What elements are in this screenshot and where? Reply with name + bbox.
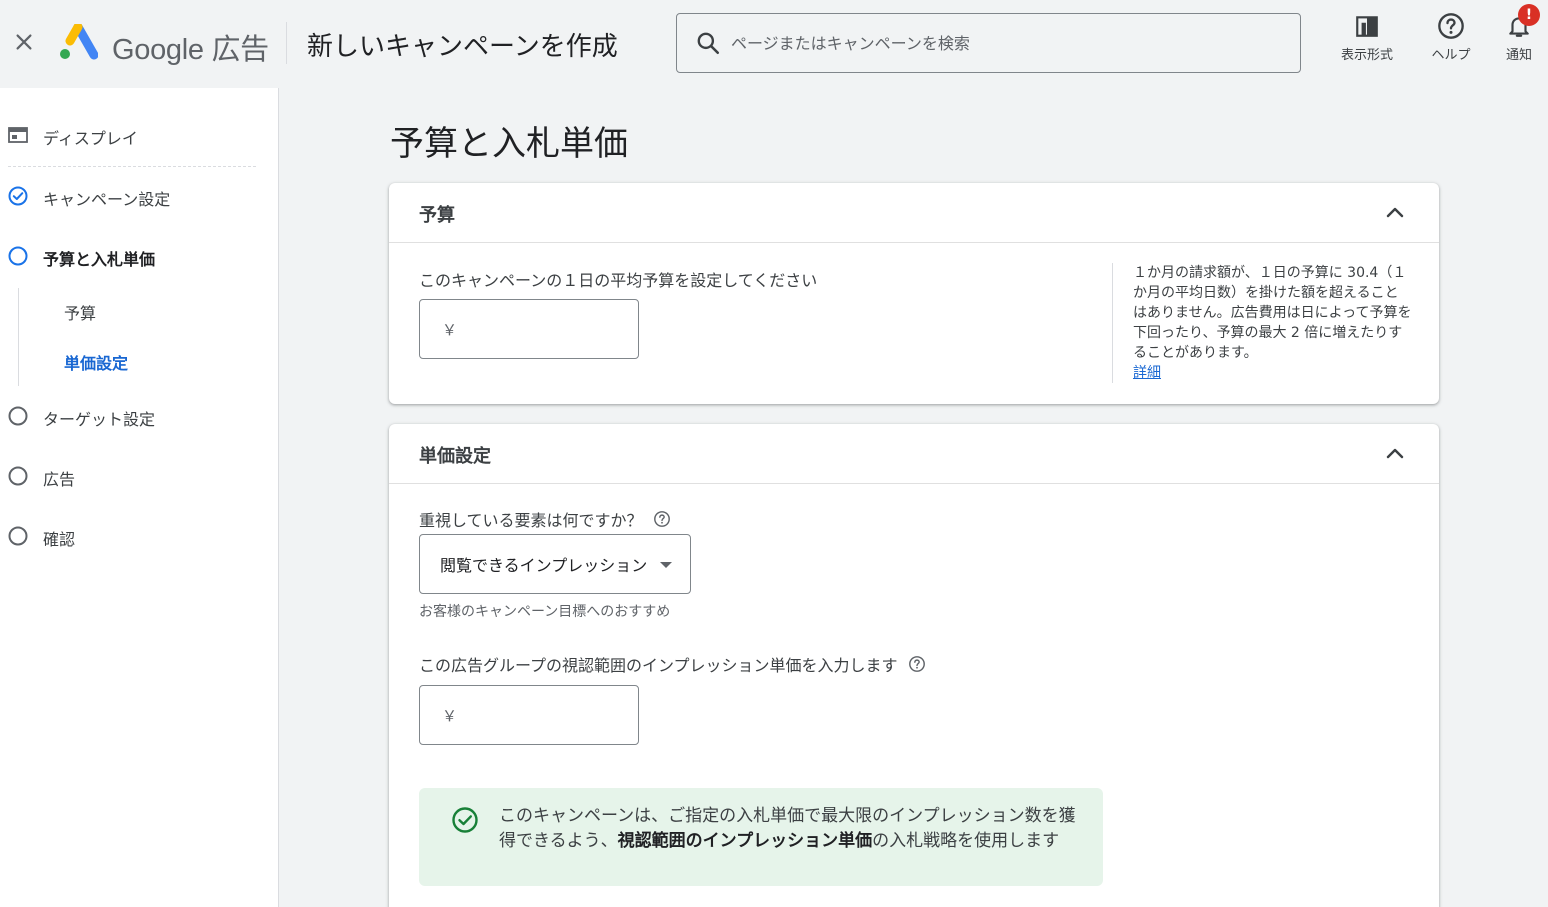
close-icon — [16, 34, 32, 50]
sidebar: ディスプレイ キャンペーン設定 予算と入札単価 予算 単価設定 ターゲット設定 … — [0, 88, 279, 907]
focus-question: 重視している要素は何ですか？ — [419, 507, 671, 531]
focus-hint: お客様のキャンペーン目標へのおすすめ — [419, 604, 671, 620]
currency-symbol: ￥ — [442, 706, 458, 725]
help-icon — [1438, 13, 1464, 39]
bid-input[interactable] — [465, 705, 626, 725]
bidding-card: 単価設定 重視している要素は何ですか？ 閲覧できるインプレッション お客様のキャ… — [389, 424, 1439, 907]
budget-note: １か月の請求額が、１日の予算に 30.4（１か月の平均日数）を掛けた額を超えるこ… — [1112, 263, 1412, 383]
bidding-card-header[interactable]: 単価設定 — [389, 424, 1439, 484]
close-button[interactable] — [8, 26, 40, 58]
strategy-info-text: このキャンペーンは、ご指定の入札単価で最大限のインプレッション数を獲得できるよう… — [499, 804, 1079, 854]
circle-icon — [8, 466, 28, 486]
help-button[interactable]: ヘルプ — [1424, 10, 1478, 70]
help-circle-icon[interactable] — [908, 655, 926, 673]
budget-details-link[interactable]: 詳細 — [1133, 365, 1161, 381]
focus-select-value: 閲覧できるインプレッション — [440, 556, 648, 575]
sidebar-item-label: ターゲット設定 — [43, 410, 156, 429]
search-input[interactable] — [731, 33, 1271, 53]
brand-ads: 広告 — [211, 34, 269, 66]
search-icon — [697, 32, 720, 55]
currency-symbol: ￥ — [442, 320, 458, 339]
budget-card-header[interactable]: 予算 — [389, 183, 1439, 243]
sidebar-subitem-bidding[interactable]: 単価設定 — [64, 350, 128, 374]
check-circle-icon — [8, 186, 28, 206]
circle-icon — [8, 246, 28, 266]
info-bold: 視認範囲のインプレッション単価 — [617, 831, 873, 851]
sidebar-subitem-budget[interactable]: 予算 — [64, 300, 96, 324]
sidebar-divider — [8, 166, 256, 167]
brand: Google 広告 — [112, 26, 269, 68]
google-ads-logo-icon — [60, 24, 98, 60]
notification-badge: ! — [1518, 4, 1540, 26]
bid-label: この広告グループの視認範囲のインプレッション単価を入力します — [419, 656, 898, 675]
dropdown-caret-icon — [660, 562, 672, 568]
view-format-icon — [1356, 16, 1378, 37]
bid-question: この広告グループの視認範囲のインプレッション単価を入力します — [419, 652, 926, 676]
info-suffix: の入札戦略を使用します — [872, 831, 1060, 851]
sidebar-item-label: 予算と入札単価 — [43, 250, 156, 269]
chevron-up-icon[interactable] — [1383, 442, 1407, 466]
sub-nav-line — [18, 288, 19, 386]
daily-budget-input[interactable] — [465, 319, 626, 339]
view-format-label: 表示形式 — [1340, 48, 1393, 63]
bid-field[interactable]: ￥ — [419, 685, 639, 745]
budget-card: 予算 このキャンペーンの１日の平均予算を設定してください ￥ １か月の請求額が、… — [389, 183, 1439, 404]
chevron-up-icon[interactable] — [1383, 201, 1407, 225]
view-format-button[interactable]: 表示形式 — [1334, 10, 1400, 70]
brand-google: Google — [112, 34, 204, 66]
help-label: ヘルプ — [1431, 48, 1471, 63]
budget-card-title: 予算 — [419, 205, 455, 226]
strategy-info-box: このキャンペーンは、ご指定の入札単価で最大限のインプレッション数を獲得できるよう… — [419, 788, 1103, 886]
search-bar[interactable] — [676, 13, 1301, 73]
notifications-button[interactable]: ! 通知 — [1496, 4, 1542, 70]
budget-note-text: １か月の請求額が、１日の予算に 30.4（１か月の平均日数）を掛けた額を超えるこ… — [1133, 265, 1412, 361]
circle-icon — [8, 526, 28, 546]
main-title: 予算と入札単価 — [390, 124, 628, 164]
notifications-label: 通知 — [1505, 48, 1532, 63]
top-bar: Google 広告 新しいキャンペーンを作成 表示形式 ヘルプ ! 通知 — [0, 0, 1548, 88]
sidebar-item-label: ディスプレイ — [43, 129, 138, 148]
help-circle-icon[interactable] — [653, 510, 671, 528]
check-circle-icon — [452, 807, 478, 833]
sidebar-item-label: キャンペーン設定 — [43, 190, 171, 209]
focus-question-label: 重視している要素は何ですか？ — [419, 511, 643, 530]
bidding-card-title: 単価設定 — [419, 446, 491, 467]
display-icon — [8, 127, 28, 143]
daily-budget-field[interactable]: ￥ — [419, 299, 639, 359]
page-heading: 新しいキャンペーンを作成 — [307, 32, 618, 62]
sidebar-item-label: 広告 — [43, 470, 76, 489]
focus-select[interactable]: 閲覧できるインプレッション — [419, 534, 691, 594]
header-divider — [286, 22, 287, 64]
circle-icon — [8, 406, 28, 426]
daily-budget-label: このキャンペーンの１日の平均予算を設定してください — [419, 271, 818, 290]
sidebar-item-label: 確認 — [43, 530, 76, 549]
